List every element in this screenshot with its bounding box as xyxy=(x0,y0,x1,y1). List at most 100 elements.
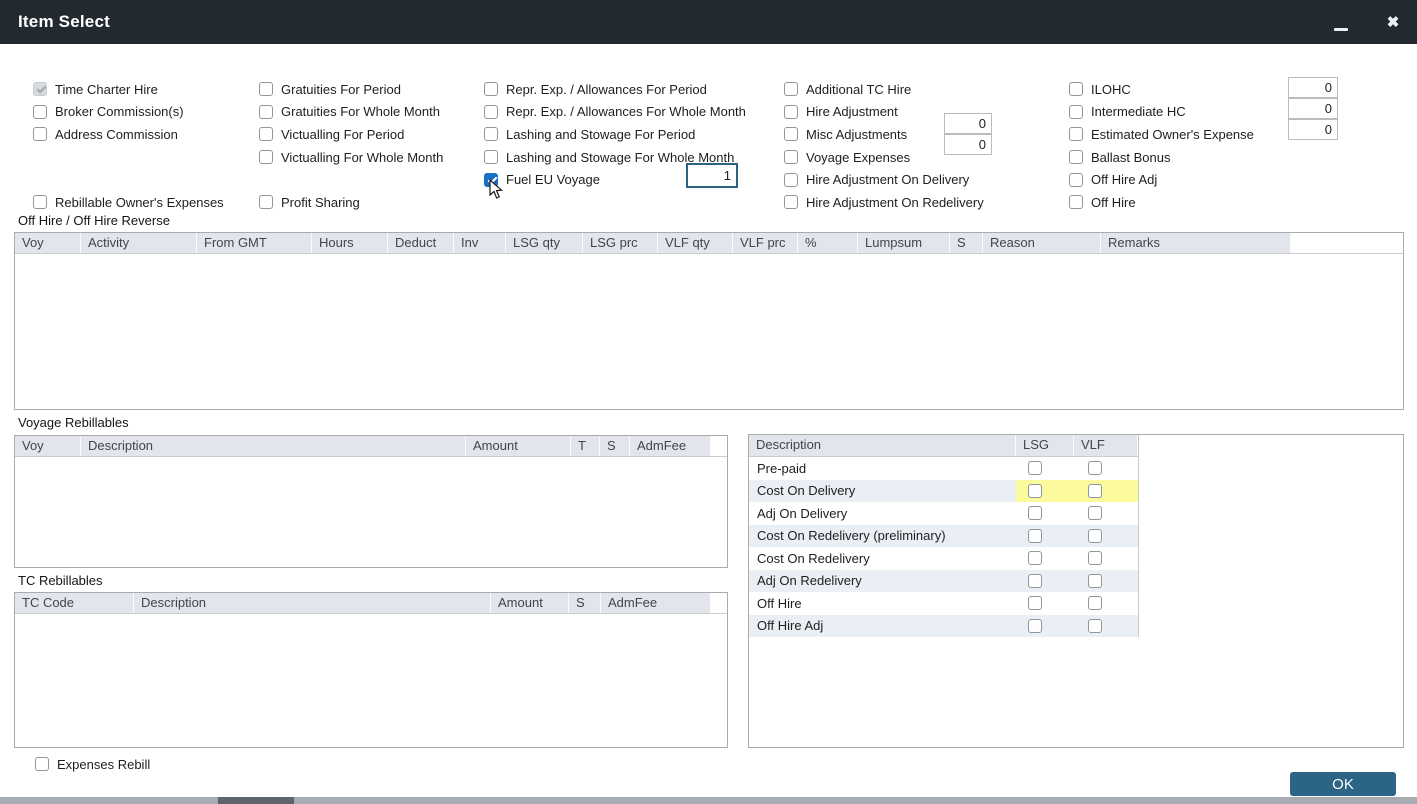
checkbox-label: Repr. Exp. / Allowances For Whole Month xyxy=(506,104,746,119)
checkbox-label: Voyage Expenses xyxy=(806,150,910,165)
column-header: From GMT xyxy=(197,233,312,253)
close-icon: ✖ xyxy=(1387,14,1400,31)
voyage-expenses-input[interactable] xyxy=(944,134,992,155)
vlf-checkbox[interactable] xyxy=(1088,574,1102,588)
checkbox[interactable] xyxy=(784,195,798,209)
checkbox[interactable] xyxy=(33,127,47,141)
checkbox[interactable] xyxy=(259,82,273,96)
checkbox[interactable] xyxy=(1069,173,1083,187)
vlf-checkbox[interactable] xyxy=(1088,596,1102,610)
checkbox[interactable] xyxy=(484,105,498,119)
checkbox[interactable] xyxy=(784,150,798,164)
checkbox[interactable] xyxy=(1069,82,1083,96)
checkbox-label: Additional TC Hire xyxy=(806,82,911,97)
checkbox-label: Time Charter Hire xyxy=(55,82,158,97)
row-description: Off Hire xyxy=(749,596,1016,611)
checkbox-label: Broker Commission(s) xyxy=(55,104,184,119)
vlf-cell xyxy=(1074,480,1138,503)
expenses-rebill-label: Expenses Rebill xyxy=(57,757,150,772)
checkbox[interactable] xyxy=(1069,195,1083,209)
checkbox-item: Lashing and Stowage For Period xyxy=(484,123,746,146)
checkbox-item: Rebillable Owner's Expenses xyxy=(33,191,224,214)
close-button[interactable]: ✖ xyxy=(1380,10,1406,36)
offhire-table-header: VoyActivityFrom GMTHoursDeductInvLSG qty… xyxy=(15,233,1403,254)
offhire-table: VoyActivityFrom GMTHoursDeductInvLSG qty… xyxy=(14,232,1404,410)
checkbox-item: Time Charter Hire xyxy=(33,78,224,101)
lsg-vlf-row: Cost On Delivery xyxy=(749,480,1138,503)
vlf-checkbox[interactable] xyxy=(1088,551,1102,565)
vlf-checkbox[interactable] xyxy=(1088,506,1102,520)
column-header: T xyxy=(571,436,600,456)
window-bottom-edge-dark xyxy=(218,797,294,804)
ilohc-input[interactable] xyxy=(1288,77,1338,98)
column-header: Remarks xyxy=(1101,233,1291,253)
checkbox-item: Gratuities For Period xyxy=(259,78,443,101)
checkbox[interactable] xyxy=(484,127,498,141)
column-header: Amount xyxy=(466,436,571,456)
column-header: VLF qty xyxy=(658,233,733,253)
checkbox-item: Off Hire Adj xyxy=(1069,168,1254,191)
misc-adjustments-input[interactable] xyxy=(944,113,992,134)
vlf-checkbox[interactable] xyxy=(1088,619,1102,633)
column-header: S xyxy=(600,436,630,456)
checkbox[interactable] xyxy=(784,82,798,96)
checkbox[interactable] xyxy=(33,82,47,96)
estimated-owners-expense-input[interactable] xyxy=(1288,119,1338,140)
checkbox-label: Hire Adjustment xyxy=(806,104,898,119)
vlf-checkbox[interactable] xyxy=(1088,529,1102,543)
expenses-rebill-item: Expenses Rebill xyxy=(35,753,150,776)
checkbox[interactable] xyxy=(33,105,47,119)
tc-rebillables-header: TC CodeDescriptionAmountSAdmFee xyxy=(15,593,727,614)
column-header: Voy xyxy=(15,233,81,253)
lsg-vlf-row: Adj On Redelivery xyxy=(749,570,1138,593)
lsg-checkbox[interactable] xyxy=(1028,506,1042,520)
ok-button[interactable]: OK xyxy=(1290,772,1396,796)
expenses-rebill-checkbox[interactable] xyxy=(35,757,49,771)
checkbox[interactable] xyxy=(1069,105,1083,119)
column-header: Hours xyxy=(312,233,388,253)
lsg-checkbox[interactable] xyxy=(1028,461,1042,475)
checkbox-label: ILOHC xyxy=(1091,82,1131,97)
lsg-vlf-row: Adj On Delivery xyxy=(749,502,1138,525)
lsg-checkbox[interactable] xyxy=(1028,551,1042,565)
minimize-button[interactable] xyxy=(1328,10,1354,36)
checkbox[interactable] xyxy=(784,105,798,119)
checkbox[interactable] xyxy=(484,150,498,164)
lsg-checkbox[interactable] xyxy=(1028,529,1042,543)
checkbox[interactable] xyxy=(259,150,273,164)
row-description: Pre-paid xyxy=(749,461,1016,476)
lsg-checkbox[interactable] xyxy=(1028,574,1042,588)
column-header: LSG xyxy=(1016,435,1074,456)
column-header: Reason xyxy=(983,233,1101,253)
checkbox[interactable] xyxy=(784,127,798,141)
checkbox-item: ILOHC xyxy=(1069,78,1254,101)
lsg-checkbox[interactable] xyxy=(1028,596,1042,610)
checkbox-label: Ballast Bonus xyxy=(1091,150,1171,165)
column-header: S xyxy=(950,233,983,253)
vlf-checkbox[interactable] xyxy=(1088,484,1102,498)
checkbox-item: Off Hire xyxy=(1069,191,1254,214)
checkbox[interactable] xyxy=(1069,127,1083,141)
checkbox[interactable] xyxy=(259,127,273,141)
checkbox[interactable] xyxy=(1069,150,1083,164)
checkbox-item: Ballast Bonus xyxy=(1069,146,1254,169)
checkbox-column-5: ILOHC Intermediate HC Estimated Owner's … xyxy=(1069,78,1254,214)
checkbox-label: Hire Adjustment On Redelivery xyxy=(806,195,984,210)
checkbox[interactable] xyxy=(784,173,798,187)
checkbox[interactable] xyxy=(259,105,273,119)
fuel-eu-voyage-input[interactable] xyxy=(686,163,738,188)
lsg-checkbox[interactable] xyxy=(1028,619,1042,633)
window-bottom-edge xyxy=(0,797,1417,804)
column-header: VLF prc xyxy=(733,233,798,253)
checkbox[interactable] xyxy=(484,82,498,96)
vlf-checkbox[interactable] xyxy=(1088,461,1102,475)
checkbox[interactable] xyxy=(259,195,273,209)
intermediate-hc-input[interactable] xyxy=(1288,98,1338,119)
tc-rebillables-label: TC Rebillables xyxy=(18,573,103,588)
lsg-checkbox[interactable] xyxy=(1028,484,1042,498)
checkbox-item: Broker Commission(s) xyxy=(33,101,224,124)
lsg-vlf-row: Cost On Redelivery (preliminary) xyxy=(749,525,1138,548)
checkbox-label: Repr. Exp. / Allowances For Period xyxy=(506,82,707,97)
checkbox[interactable] xyxy=(33,195,47,209)
row-description: Adj On Redelivery xyxy=(749,573,1016,588)
